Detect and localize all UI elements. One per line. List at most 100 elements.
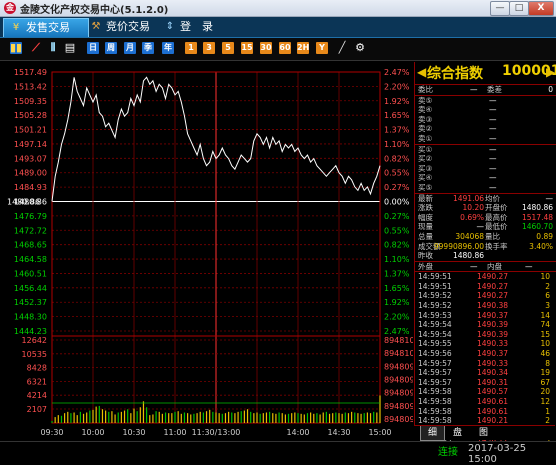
min-3[interactable]: 3 [203, 42, 215, 54]
min-30[interactable]: 30 [260, 42, 272, 54]
candle-icon[interactable]: ⫴ [47, 42, 59, 54]
tick-row: 14:59:54 1490.39 74 [415, 320, 556, 330]
stat-value: 1491.06 [452, 193, 484, 203]
tab-primary-trading[interactable]: ¥ 发售交易 [3, 18, 89, 37]
tab-label: 竞价交易 [106, 20, 150, 33]
pct-tick-label: 2.20% [384, 82, 410, 91]
price-tick-label: 1497.14 [14, 140, 47, 149]
tick-row: 14:59:51 1490.27 2 [415, 282, 556, 292]
pct-tick-label: 0.27% [384, 212, 410, 221]
tick-time: 14:59:53 [418, 310, 452, 320]
tick-time: 14:59:54 [418, 329, 452, 339]
window-title: 金陵文化产权交易中心(5.1.2.0) [20, 5, 169, 16]
tick-volume: 15 [540, 329, 550, 339]
time-axis-label: 14:30 [327, 428, 350, 437]
tick-volume: 2 [545, 281, 550, 291]
close-button[interactable]: X [528, 1, 554, 16]
tick-volume: 20 [540, 387, 550, 397]
volume-right-tick-label: 8948100 [384, 349, 413, 358]
pct-tick-label: 1.92% [384, 298, 410, 307]
table-icon[interactable]: ▤ [64, 42, 76, 54]
stat-label: 最高价 [485, 212, 508, 222]
stat-label: 最低价 [485, 222, 508, 232]
tick-time: 14:59:52 [418, 301, 452, 311]
min-120[interactable]: 2H [297, 42, 309, 54]
waipan-label: 外盘 [418, 261, 433, 271]
pct-tick-label: 1.37% [384, 269, 410, 278]
tick-price: 1490.37 [477, 310, 509, 320]
tab-detail[interactable]: 细 [420, 426, 446, 441]
period-5[interactable]: 年 [162, 42, 174, 54]
tick-volume: 67 [540, 377, 550, 387]
period-1[interactable]: 日 [87, 42, 99, 54]
tab-graph[interactable]: 图 [472, 426, 495, 440]
tick-time: 14:59:52 [418, 291, 452, 301]
price-tick-label: 1501.21 [14, 126, 47, 135]
ask-row: 卖① — [415, 134, 556, 144]
next-arrow-icon[interactable]: ▶ [546, 65, 555, 79]
minimize-button[interactable]: — [490, 1, 510, 16]
title-bar: 金 金陵文化产权交易中心(5.1.2.0) — □ X [0, 0, 556, 17]
pct-tick-label: 2.47% [384, 68, 410, 77]
gear-icon[interactable]: ⚙ [354, 42, 366, 54]
tick-row: 14:59:55 1490.33 10 [415, 339, 556, 349]
tick-volume: 8 [545, 358, 550, 368]
time-axis-label: 15:00 [368, 428, 391, 437]
volume-tick-label: 12642 [22, 336, 47, 345]
intraday-chart[interactable]: 1517.49 2.47% 1513.42 2.20% 1509.35 1.92% 1505… [0, 62, 413, 440]
volume-tick-label: 6321 [27, 377, 47, 386]
period-4[interactable]: 季 [142, 42, 154, 54]
volume-tick-label: 10535 [22, 350, 47, 359]
stat-value: 0.89 [536, 231, 553, 241]
tab-login[interactable]: ⇕ 登 录 [158, 18, 240, 36]
tab-orderbook[interactable]: 盘 [446, 426, 469, 440]
stat-value: 1517.48 [521, 212, 553, 222]
tick-price: 1490.33 [477, 358, 509, 368]
min-60[interactable]: 60 [279, 42, 291, 54]
ask-label: 卖② [418, 124, 433, 134]
tick-price: 1490.61 [477, 397, 509, 406]
stat-label: 换手率 [485, 241, 508, 251]
ask-row: 卖⑤ — [415, 96, 556, 106]
period-2[interactable]: 周 [105, 42, 117, 54]
pct-tick-label: 0.82% [384, 241, 410, 250]
bid-row: 买③ — [415, 164, 556, 174]
tab-label: 登 录 [180, 20, 213, 33]
waipan-value: — [470, 261, 478, 271]
status-bar: 连接 2017-03-25 15:00 [0, 441, 556, 465]
volume-right-tick-label: 8948099 [384, 362, 413, 371]
ask-price: — [489, 95, 497, 105]
tick-time: 14:59:57 [418, 368, 452, 378]
stat-row: 最新 1491.06 均价 — [415, 194, 556, 204]
stat-row: 昨收 1480.86 [415, 251, 556, 261]
ask-row: 卖④ — [415, 105, 556, 115]
maximize-button[interactable]: □ [509, 1, 529, 16]
stat-value: 304068 [455, 231, 484, 241]
prev-arrow-icon[interactable]: ◀ [417, 65, 426, 79]
line-chart-icon[interactable]: ⟋ [30, 42, 42, 54]
quote-panel: ◀ 综合指数 100001 ▶ 委比 — 委差 0 卖⑤ — 卖④ — 卖③ — 卖② — 卖①… [414, 62, 556, 454]
tick-time: 14:59:54 [418, 320, 452, 330]
tick-price: 1490.37 [477, 349, 509, 359]
bar-chart-icon[interactable]: ▮▮ [10, 42, 22, 54]
wei-bi-label: 委比 [418, 85, 433, 94]
bid-row: 买① — [415, 145, 556, 155]
tick-volume: 46 [540, 349, 550, 359]
quote-header: ◀ 综合指数 100001 ▶ [415, 62, 556, 85]
detail-tab-bar: 细 盘 图 [414, 425, 555, 441]
draw-icon[interactable]: ╱ [336, 42, 348, 54]
period-3[interactable]: 月 [124, 42, 136, 54]
min-y[interactable]: Y [316, 42, 328, 54]
bid-label: 买⑤ [418, 182, 433, 192]
pct-tick-label: 1.10% [384, 255, 410, 264]
min-15[interactable]: 15 [241, 42, 253, 54]
min-5[interactable]: 5 [222, 42, 234, 54]
min-1[interactable]: 1 [185, 42, 197, 54]
stat-row: 幅度 0.69% 最高价 1517.48 [415, 213, 556, 223]
tick-volume: 10 [540, 272, 550, 282]
bid-label: 买① [418, 144, 433, 154]
pct-tick-label: 0.00% [384, 198, 410, 207]
pct-tick-label: 0.82% [384, 154, 410, 163]
price-tick-label: 1456.44 [14, 284, 47, 293]
bid-price: — [489, 173, 497, 183]
